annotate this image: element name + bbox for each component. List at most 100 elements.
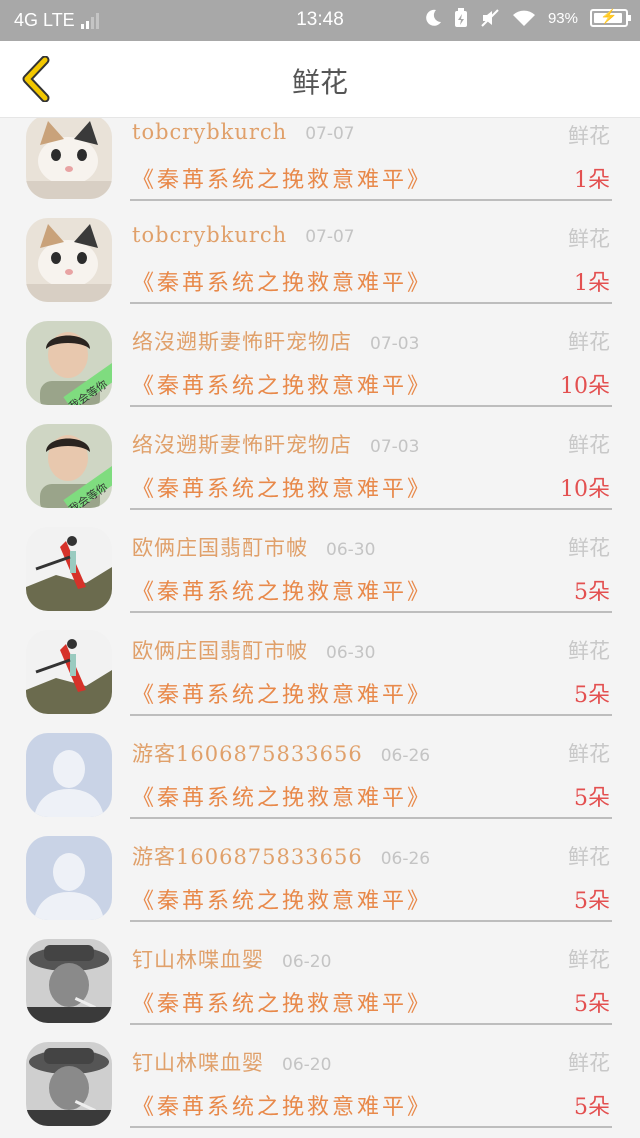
user-name: 欧俩庄国翡酊市帔 06-30 <box>132 536 376 560</box>
mute-icon <box>481 9 499 27</box>
gift-type: 鲜花 <box>568 330 610 354</box>
list-item[interactable]: tobcrybkurch 07-07 鲜花 《秦苒系统之挽救意难平》 1朵 <box>0 118 640 205</box>
list-item-body: tobcrybkurch 07-07 鲜花 《秦苒系统之挽救意难平》 1朵 <box>130 205 612 304</box>
list-item[interactable]: tobcrybkurch 07-07 鲜花 《秦苒系统之挽救意难平》 1朵 <box>0 205 640 308</box>
avatar[interactable] <box>26 1042 112 1126</box>
book-title: 《秦苒系统之挽救意难平》 <box>132 168 433 193</box>
avatar[interactable]: 我会等你 <box>26 321 112 405</box>
book-title: 《秦苒系统之挽救意难平》 <box>132 374 433 399</box>
gift-date: 06-30 <box>326 643 376 663</box>
book-title: 《秦苒系统之挽救意难平》 <box>132 271 433 296</box>
list-item[interactable]: 游客1606875833656 06-26 鲜花 《秦苒系统之挽救意难平》 5朵 <box>0 823 640 926</box>
wifi-icon <box>512 10 535 26</box>
list-item-body: 欧俩庄国翡酊市帔 06-30 鲜花 《秦苒系统之挽救意难平》 5朵 <box>130 514 612 613</box>
battery-percent: 93% <box>547 9 578 27</box>
gift-type: 鲜花 <box>568 1051 610 1075</box>
person-banner-avatar-image: 我会等你 <box>26 321 112 405</box>
user-name: 络沒遡斯妻怖盰宠物店 07-03 <box>132 433 420 457</box>
book-title: 《秦苒系统之挽救意难平》 <box>132 580 433 605</box>
list-item-body: 络沒遡斯妻怖盰宠物店 07-03 鲜花 《秦苒系统之挽救意难平》 10朵 <box>130 308 612 407</box>
cat-avatar-image <box>26 218 112 302</box>
dance-avatar-image <box>26 630 112 714</box>
hat-avatar-image <box>26 939 112 1023</box>
gift-date: 07-03 <box>370 334 420 354</box>
gift-date: 06-26 <box>380 849 431 869</box>
default-avatar-image <box>26 733 112 817</box>
gift-count: 5朵 <box>574 1095 610 1120</box>
list-item[interactable]: 钉山林喋血婴 06-20 鲜花 《秦苒系统之挽救意难平》 5朵 <box>0 1029 640 1132</box>
list-item-body: 钉山林喋血婴 06-20 鲜花 《秦苒系统之挽救意难平》 5朵 <box>130 926 612 1025</box>
list-item[interactable]: 欧俩庄国翡酊市帔 06-30 鲜花 《秦苒系统之挽救意难平》 5朵 <box>0 514 640 617</box>
book-title: 《秦苒系统之挽救意难平》 <box>132 992 433 1017</box>
user-name: 钉山林喋血婴 06-20 <box>132 948 332 972</box>
gift-count: 5朵 <box>574 683 610 708</box>
gift-count: 10朵 <box>560 477 610 502</box>
gift-count: 1朵 <box>574 168 610 193</box>
nav-bar: 鲜花 <box>0 41 640 118</box>
user-name: 欧俩庄国翡酊市帔 06-30 <box>132 639 376 663</box>
battery-icon: ⚡ <box>590 8 631 27</box>
book-title: 《秦苒系统之挽救意难平》 <box>132 683 433 708</box>
avatar[interactable] <box>26 527 112 611</box>
user-name: tobcrybkurch 07-07 <box>132 223 355 247</box>
gift-count: 5朵 <box>574 889 610 914</box>
user-name: 游客1606875833656 06-26 <box>132 742 431 766</box>
list-item[interactable]: 游客1606875833656 06-26 鲜花 《秦苒系统之挽救意难平》 5朵 <box>0 720 640 823</box>
list-item-body: tobcrybkurch 07-07 鲜花 《秦苒系统之挽救意难平》 1朵 <box>130 118 612 201</box>
list-item[interactable]: 钉山林喋血婴 06-20 鲜花 《秦苒系统之挽救意难平》 5朵 <box>0 926 640 1029</box>
list-item-body: 络沒遡斯妻怖盰宠物店 07-03 鲜花 《秦苒系统之挽救意难平》 10朵 <box>130 411 612 510</box>
person-banner-avatar-image: 我会等你 <box>26 424 112 508</box>
gift-type: 鲜花 <box>568 536 610 560</box>
user-name: 络沒遡斯妻怖盰宠物店 07-03 <box>132 330 420 354</box>
list-item-body: 游客1606875833656 06-26 鲜花 《秦苒系统之挽救意难平》 5朵 <box>130 823 612 922</box>
gift-date: 07-07 <box>305 124 355 144</box>
user-name: 钉山林喋血婴 06-20 <box>132 1051 332 1075</box>
avatar[interactable] <box>26 630 112 714</box>
avatar[interactable] <box>26 939 112 1023</box>
list-item-body: 欧俩庄国翡酊市帔 06-30 鲜花 《秦苒系统之挽救意难平》 5朵 <box>130 617 612 716</box>
gift-record-list[interactable]: tobcrybkurch 07-07 鲜花 《秦苒系统之挽救意难平》 1朵 tob… <box>0 118 640 1138</box>
list-item[interactable]: 我会等你 络沒遡斯妻怖盰宠物店 07-03 鲜花 《秦苒系统之挽救意难平》 10朵 <box>0 308 640 411</box>
gift-type: 鲜花 <box>568 124 610 148</box>
gift-count: 5朵 <box>574 580 610 605</box>
moon-icon <box>426 9 441 26</box>
gift-type: 鲜花 <box>568 742 610 766</box>
default-avatar-image <box>26 836 112 920</box>
gift-count: 5朵 <box>574 786 610 811</box>
gift-date: 06-20 <box>282 1055 332 1075</box>
avatar[interactable] <box>26 836 112 920</box>
book-title: 《秦苒系统之挽救意难平》 <box>132 889 433 914</box>
gift-date: 06-20 <box>282 952 332 972</box>
list-item-body: 游客1606875833656 06-26 鲜花 《秦苒系统之挽救意难平》 5朵 <box>130 720 612 819</box>
status-icons: 93% ⚡ <box>424 8 631 28</box>
gift-type: 鲜花 <box>568 639 610 663</box>
list-item[interactable]: 我会等你 络沒遡斯妻怖盰宠物店 07-03 鲜花 《秦苒系统之挽救意难平》 10朵 <box>0 411 640 514</box>
book-title: 《秦苒系统之挽救意难平》 <box>132 786 433 811</box>
gift-date: 06-26 <box>380 746 431 766</box>
user-name: tobcrybkurch 07-07 <box>132 120 355 144</box>
hat-avatar-image <box>26 1042 112 1126</box>
battery-saver-icon <box>454 8 467 27</box>
user-name: 游客1606875833656 06-26 <box>132 845 431 869</box>
avatar[interactable] <box>26 118 112 199</box>
gift-count: 1朵 <box>574 271 610 296</box>
dance-avatar-image <box>26 527 112 611</box>
gift-count: 5朵 <box>574 992 610 1017</box>
gift-type: 鲜花 <box>568 845 610 869</box>
status-bar: 4G LTE 13:48 93% ⚡ <box>0 0 640 41</box>
list-item[interactable]: 欧俩庄国翡酊市帔 06-30 鲜花 《秦苒系统之挽救意难平》 5朵 <box>0 617 640 720</box>
book-title: 《秦苒系统之挽救意难平》 <box>132 1095 433 1120</box>
gift-count: 10朵 <box>560 374 610 399</box>
gift-type: 鲜花 <box>568 948 610 972</box>
book-title: 《秦苒系统之挽救意难平》 <box>132 477 433 502</box>
gift-type: 鲜花 <box>568 433 610 457</box>
gift-type: 鲜花 <box>568 227 610 251</box>
avatar[interactable] <box>26 733 112 817</box>
list-item-body: 钉山林喋血婴 06-20 鲜花 《秦苒系统之挽救意难平》 5朵 <box>130 1029 612 1128</box>
avatar[interactable]: 我会等你 <box>26 424 112 508</box>
gift-date: 07-03 <box>370 437 420 457</box>
avatar[interactable] <box>26 218 112 302</box>
gift-date: 07-07 <box>305 227 355 247</box>
gift-date: 06-30 <box>326 540 376 560</box>
cat-avatar-image <box>26 118 112 199</box>
